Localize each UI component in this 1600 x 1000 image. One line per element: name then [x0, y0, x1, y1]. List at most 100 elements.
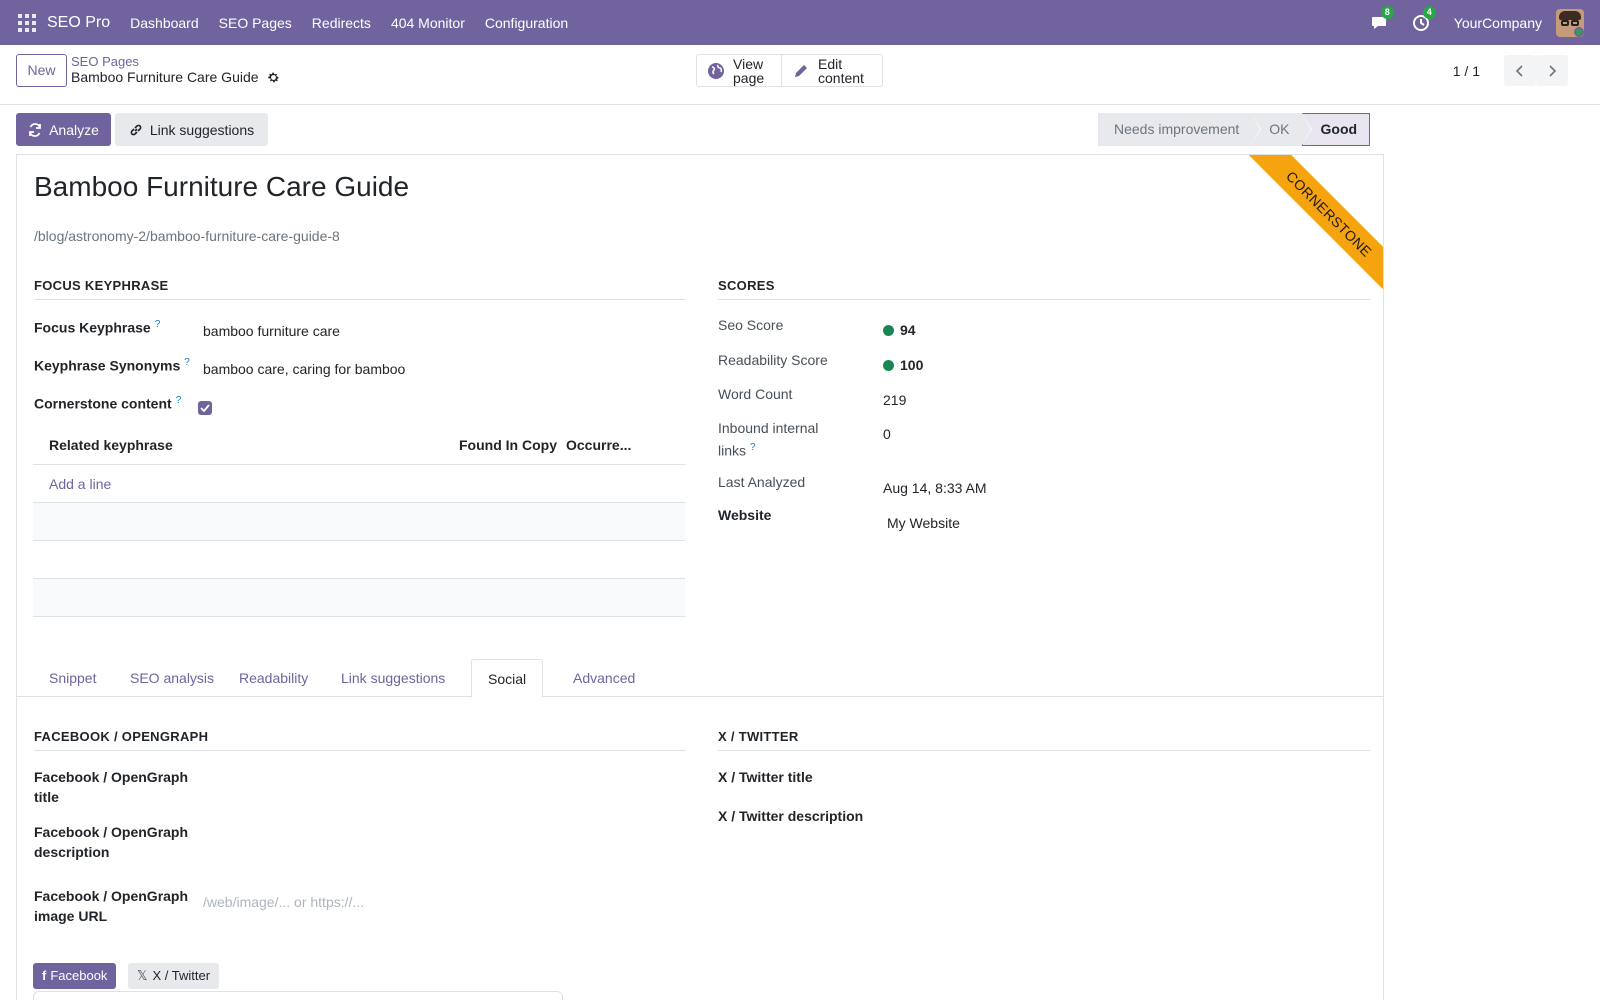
tab-link-suggestions[interactable]: Link suggestions — [325, 659, 461, 697]
table-row — [33, 503, 685, 541]
page-title[interactable]: Bamboo Furniture Care Guide — [34, 171, 409, 203]
status-dot-icon — [883, 360, 894, 371]
twitter-title-label: X / Twitter title — [718, 769, 813, 785]
preview-twitter-button[interactable]: 𝕏 X / Twitter — [128, 963, 220, 989]
checkmark-icon — [200, 404, 210, 412]
chat-icon[interactable]: 8 — [1370, 5, 1394, 33]
pager-value[interactable]: 1 / 1 — [1453, 63, 1480, 79]
breadcrumb-current-label: Bamboo Furniture Care Guide — [71, 69, 259, 85]
refresh-icon — [29, 122, 41, 137]
tab-snippet[interactable]: Snippet — [33, 659, 112, 697]
seo-status-bar: Needs improvement OK Good — [1098, 113, 1371, 146]
og-image-label-line2: image URL — [34, 908, 108, 924]
breadcrumb-current: Bamboo Furniture Care Guide — [71, 69, 280, 85]
smart-buttons: View page Edit content — [696, 54, 883, 87]
help-icon[interactable]: ? — [750, 442, 756, 453]
notebook-tabs: Snippet SEO analysis Readability Link su… — [17, 659, 1383, 698]
keyphrase-synonyms-label: Keyphrase Synonyms? — [34, 353, 190, 376]
edit-content-label: Edit content — [818, 55, 864, 86]
gear-icon[interactable] — [267, 71, 280, 84]
og-title-label: Facebook / OpenGraph title — [34, 767, 188, 807]
focus-keyphrase-field[interactable]: bamboo furniture care — [203, 323, 340, 339]
website-label: Website — [718, 507, 772, 523]
systray: 8 4 YourCompany — [1370, 0, 1600, 45]
help-icon[interactable]: ? — [176, 395, 182, 406]
x-logo-icon: 𝕏 — [137, 968, 148, 983]
link-icon — [130, 124, 142, 135]
tab-advanced[interactable]: Advanced — [557, 659, 651, 697]
tab-seo-analysis[interactable]: SEO analysis — [114, 659, 230, 697]
cornerstone-label: Cornerstone content? — [34, 391, 181, 414]
online-status-icon — [1574, 26, 1584, 37]
og-title-label-line1: Facebook / OpenGraph — [34, 769, 189, 785]
social-preview-card — [33, 991, 563, 1000]
menu-dashboard[interactable]: Dashboard — [120, 15, 209, 31]
focus-keyphrase-section-title: FOCUS KEYPHRASE — [34, 278, 686, 300]
related-keyphrase-table: Related keyphrase Found In Copy Occurre.… — [33, 425, 685, 617]
view-page-label: View page — [733, 55, 765, 86]
last-analyzed-label: Last Analyzed — [718, 474, 806, 490]
seo-score-number: 94 — [900, 322, 916, 338]
page-url: /blog/astronomy-2/bamboo-furniture-care-… — [34, 228, 340, 244]
help-icon[interactable]: ? — [184, 357, 190, 368]
app-name[interactable]: SEO Pro — [47, 14, 110, 32]
link-suggestions-button[interactable]: Link suggestions — [115, 113, 268, 146]
app-grid-icon[interactable] — [18, 13, 36, 32]
pager-previous-button[interactable] — [1504, 55, 1536, 86]
inbound-links-label: Inbound internal links? — [718, 418, 818, 461]
word-count-label: Word Count — [718, 386, 793, 402]
chevron-left-icon — [1515, 64, 1523, 77]
seo-score-label: Seo Score — [718, 317, 784, 333]
seo-score-value: 94 — [883, 322, 916, 338]
help-icon[interactable]: ? — [155, 319, 161, 330]
inbound-links-label-line1: Inbound internal — [718, 420, 819, 436]
facebook-section-title: FACEBOOK / OPENGRAPH — [34, 729, 686, 751]
stage-needs-improvement[interactable]: Needs improvement — [1098, 113, 1262, 146]
analyze-label: Analyze — [49, 121, 99, 138]
column-occurrences[interactable]: Occurre... — [566, 437, 631, 453]
twitter-section-title: X / TWITTER — [718, 729, 1370, 751]
analyze-button[interactable]: Analyze — [16, 113, 111, 146]
activities-badge: 4 — [1422, 5, 1436, 19]
edit-content-button[interactable]: Edit content — [781, 55, 882, 86]
cornerstone-checkbox[interactable] — [198, 401, 212, 415]
tab-readability[interactable]: Readability — [223, 659, 324, 697]
stage-label: OK — [1269, 121, 1290, 137]
og-description-label-line2: description — [34, 844, 110, 860]
cornerstone-label-text: Cornerstone content — [34, 395, 172, 412]
keyphrase-synonyms-field[interactable]: bamboo care, caring for bamboo — [203, 361, 405, 377]
add-line-link[interactable]: Add a line — [49, 476, 111, 492]
form-sheet: CORNERSTONE Bamboo Furniture Care Guide … — [16, 154, 1384, 1000]
og-image-label: Facebook / OpenGraph image URL — [34, 886, 188, 926]
messages-badge: 8 — [1380, 5, 1394, 19]
og-image-url-input[interactable]: /web/image/... or https://... — [203, 894, 364, 910]
user-avatar[interactable] — [1556, 8, 1584, 37]
menu-redirects[interactable]: Redirects — [302, 15, 381, 31]
og-image-label-line1: Facebook / OpenGraph — [34, 888, 189, 904]
menu-configuration[interactable]: Configuration — [475, 15, 578, 31]
website-field[interactable]: My Website — [887, 515, 960, 531]
company-switcher[interactable]: YourCompany — [1454, 15, 1542, 31]
og-description-label: Facebook / OpenGraph description — [34, 822, 188, 862]
preview-facebook-button[interactable]: f Facebook — [33, 963, 117, 989]
facebook-icon: f — [42, 968, 47, 983]
readability-score-label: Readability Score — [718, 352, 828, 368]
top-navbar: SEO Pro Dashboard SEO Pages Redirects 40… — [0, 0, 1600, 45]
stage-good[interactable]: Good — [1301, 113, 1371, 146]
pager-next-button[interactable] — [1536, 55, 1568, 86]
chevron-right-icon — [1549, 64, 1557, 77]
new-button[interactable]: New — [16, 54, 67, 87]
stage-label: Good — [1320, 121, 1358, 137]
clock-icon[interactable]: 4 — [1412, 5, 1436, 33]
stage-label: Needs improvement — [1114, 121, 1240, 137]
menu-404-monitor[interactable]: 404 Monitor — [381, 15, 475, 31]
tab-social[interactable]: Social — [471, 659, 544, 698]
column-related-keyphrase[interactable]: Related keyphrase — [49, 437, 173, 453]
menu-seo-pages[interactable]: SEO Pages — [209, 15, 302, 31]
view-page-button[interactable]: View page — [697, 55, 781, 86]
table-row — [33, 579, 685, 617]
inbound-links-value: 0 — [883, 426, 891, 442]
breadcrumb-parent[interactable]: SEO Pages — [71, 54, 139, 69]
twitter-description-label: X / Twitter description — [718, 808, 864, 824]
column-found-in-copy[interactable]: Found In Copy — [459, 437, 557, 453]
